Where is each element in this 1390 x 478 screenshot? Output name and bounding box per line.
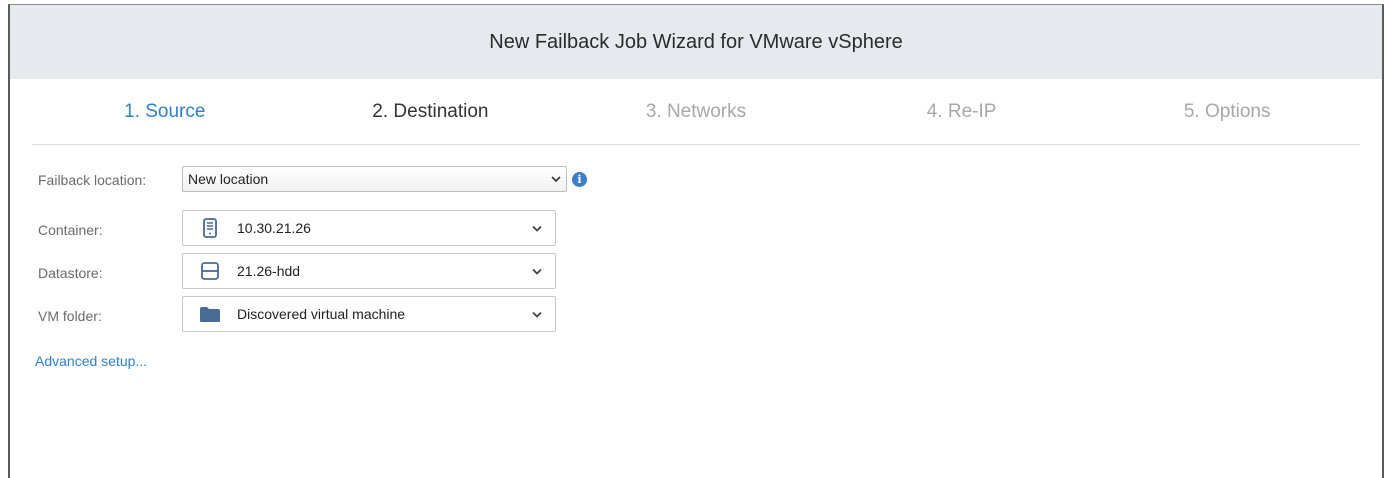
step-destination[interactable]: 2. Destination [298, 79, 564, 144]
container-value: 10.30.21.26 [237, 220, 311, 236]
datastore-value: 21.26-hdd [237, 263, 301, 279]
host-server-icon [199, 217, 221, 239]
vm-folder-dropdown[interactable]: Discovered virtual machine [182, 296, 556, 332]
chevron-down-icon [531, 221, 543, 235]
chevron-down-icon [531, 307, 543, 321]
datastore-icon [199, 260, 221, 282]
failback-location-value: New location [188, 171, 269, 187]
info-icon[interactable]: i [572, 172, 587, 187]
step-re-ip[interactable]: 4. Re-IP [829, 79, 1095, 144]
datastore-label: Datastore: [38, 265, 103, 281]
title-bar: New Failback Job Wizard for VMware vSphe… [10, 5, 1382, 79]
failback-location-select[interactable]: New location [182, 166, 567, 192]
wizard-window: New Failback Job Wizard for VMware vSphe… [8, 4, 1384, 478]
datastore-dropdown[interactable]: 21.26-hdd [182, 253, 556, 289]
advanced-setup-link[interactable]: Advanced setup... [35, 353, 147, 369]
wizard-title: New Failback Job Wizard for VMware vSphe… [489, 30, 903, 53]
dropdown-arrow-icon [547, 168, 565, 190]
folder-icon [199, 303, 221, 325]
step-source[interactable]: 1. Source [32, 79, 298, 144]
chevron-down-icon [531, 264, 543, 278]
step-options[interactable]: 5. Options [1094, 79, 1360, 144]
container-label: Container: [38, 222, 103, 238]
step-networks[interactable]: 3. Networks [563, 79, 829, 144]
failback-location-label: Failback location: [38, 172, 147, 188]
wizard-steps: 1. Source 2. Destination 3. Networks 4. … [32, 79, 1360, 145]
container-dropdown[interactable]: 10.30.21.26 [182, 210, 556, 246]
vm-folder-label: VM folder: [38, 308, 102, 324]
vm-folder-value: Discovered virtual machine [237, 306, 406, 322]
